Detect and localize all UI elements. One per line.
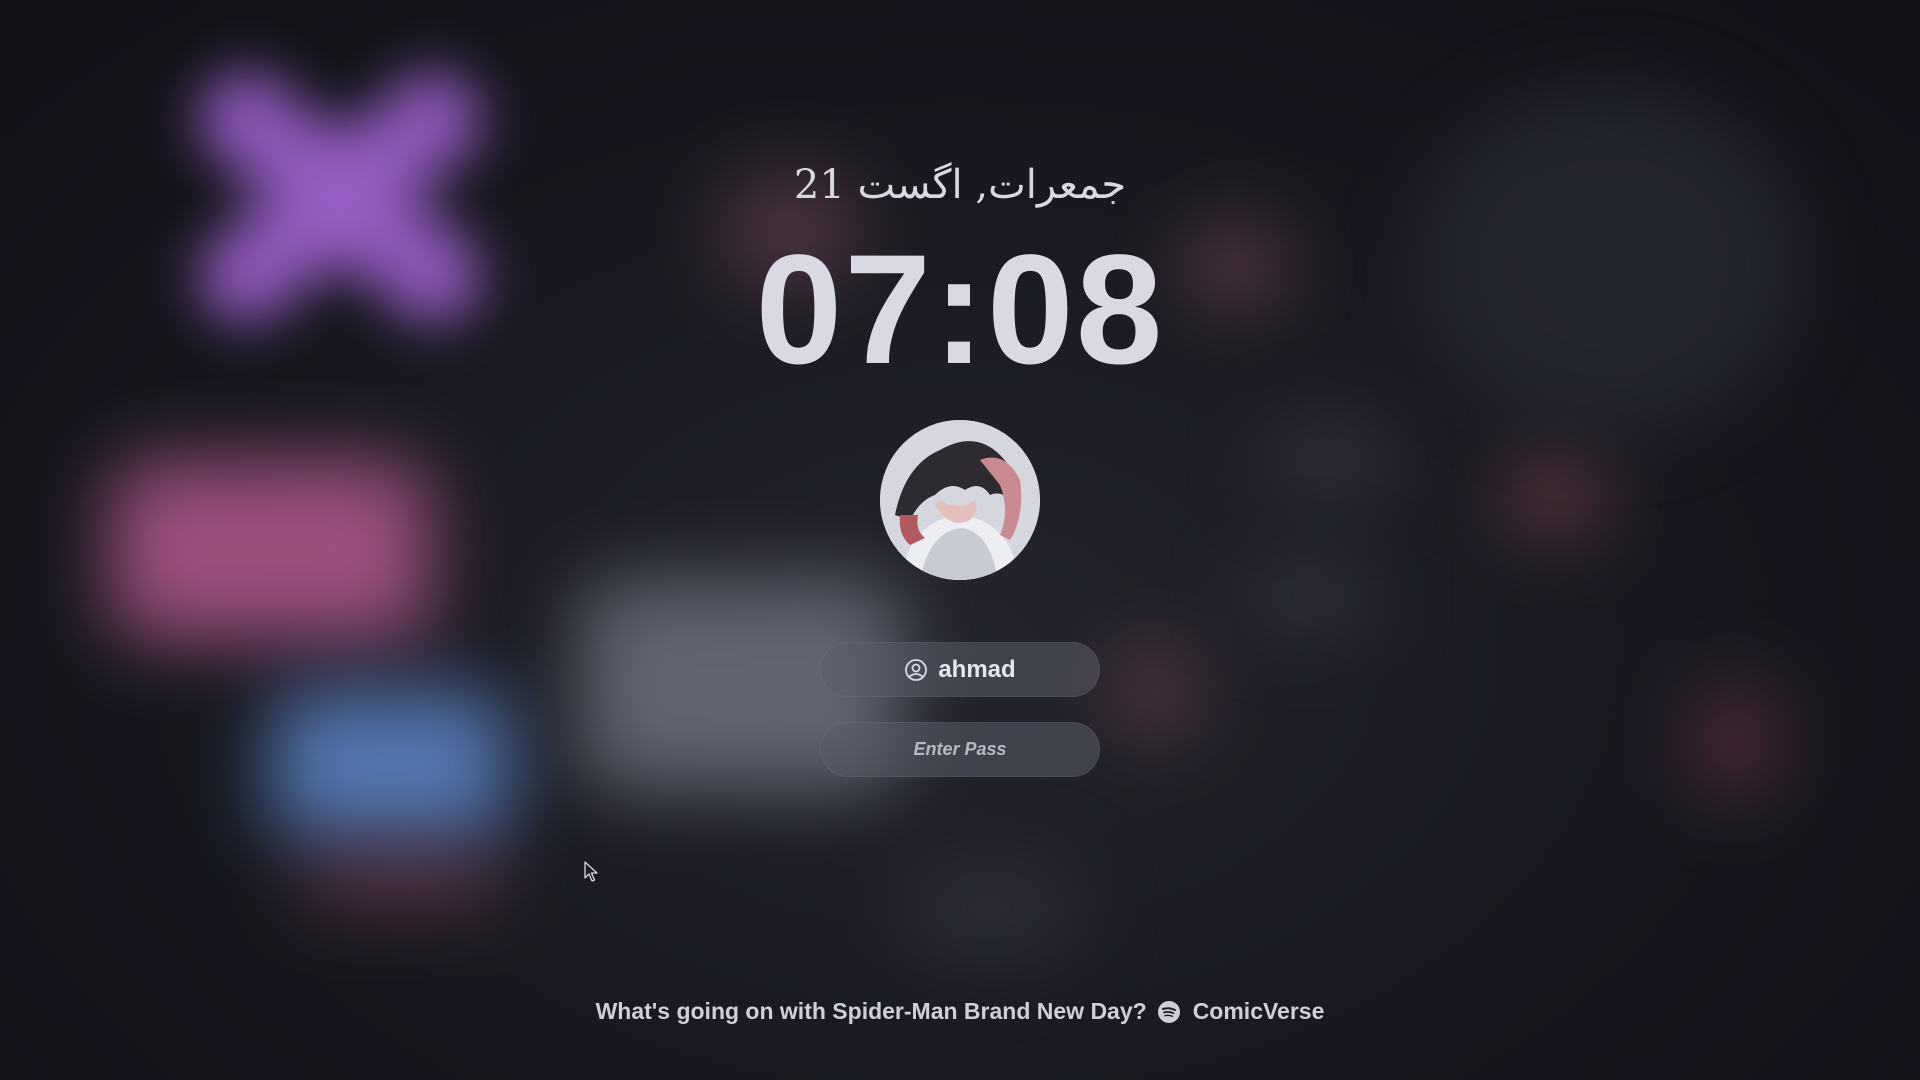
- wallpaper-blob-red: [300, 860, 500, 900]
- wallpaper-blob-dark-3: [900, 860, 1080, 960]
- wallpaper-blob-rose-right: [1500, 450, 1610, 540]
- now-playing[interactable]: What's going on with Spider-Man Brand Ne…: [0, 998, 1920, 1025]
- wallpaper-blob-dark-1: [1260, 420, 1400, 500]
- password-field-container[interactable]: [820, 722, 1100, 777]
- spotify-icon: [1157, 1000, 1181, 1024]
- user-avatar: [880, 420, 1040, 580]
- now-playing-title: What's going on with Spider-Man Brand Ne…: [595, 998, 1147, 1024]
- lock-screen: جمعرات, اگست 21 07:08 ahmad What's going…: [0, 0, 1920, 1080]
- username-label: ahmad: [938, 655, 1016, 683]
- lockscreen-date: جمعرات, اگست 21: [793, 162, 1127, 208]
- wallpaper-blob-blue: [270, 690, 510, 840]
- username-field[interactable]: ahmad: [820, 642, 1100, 697]
- wallpaper-blob-red-center: [1110, 640, 1200, 740]
- password-input[interactable]: [828, 738, 1092, 761]
- lockscreen-clock: 07:08: [755, 223, 1165, 397]
- mouse-pointer-icon: [584, 861, 600, 883]
- wallpaper-blob-magenta: [1690, 680, 1780, 800]
- now-playing-source: ComicVerse: [1192, 998, 1325, 1024]
- wallpaper-blob-pink: [110, 460, 430, 640]
- user-circle-icon: [904, 658, 928, 682]
- wallpaper-blob-dark-2: [1240, 560, 1380, 630]
